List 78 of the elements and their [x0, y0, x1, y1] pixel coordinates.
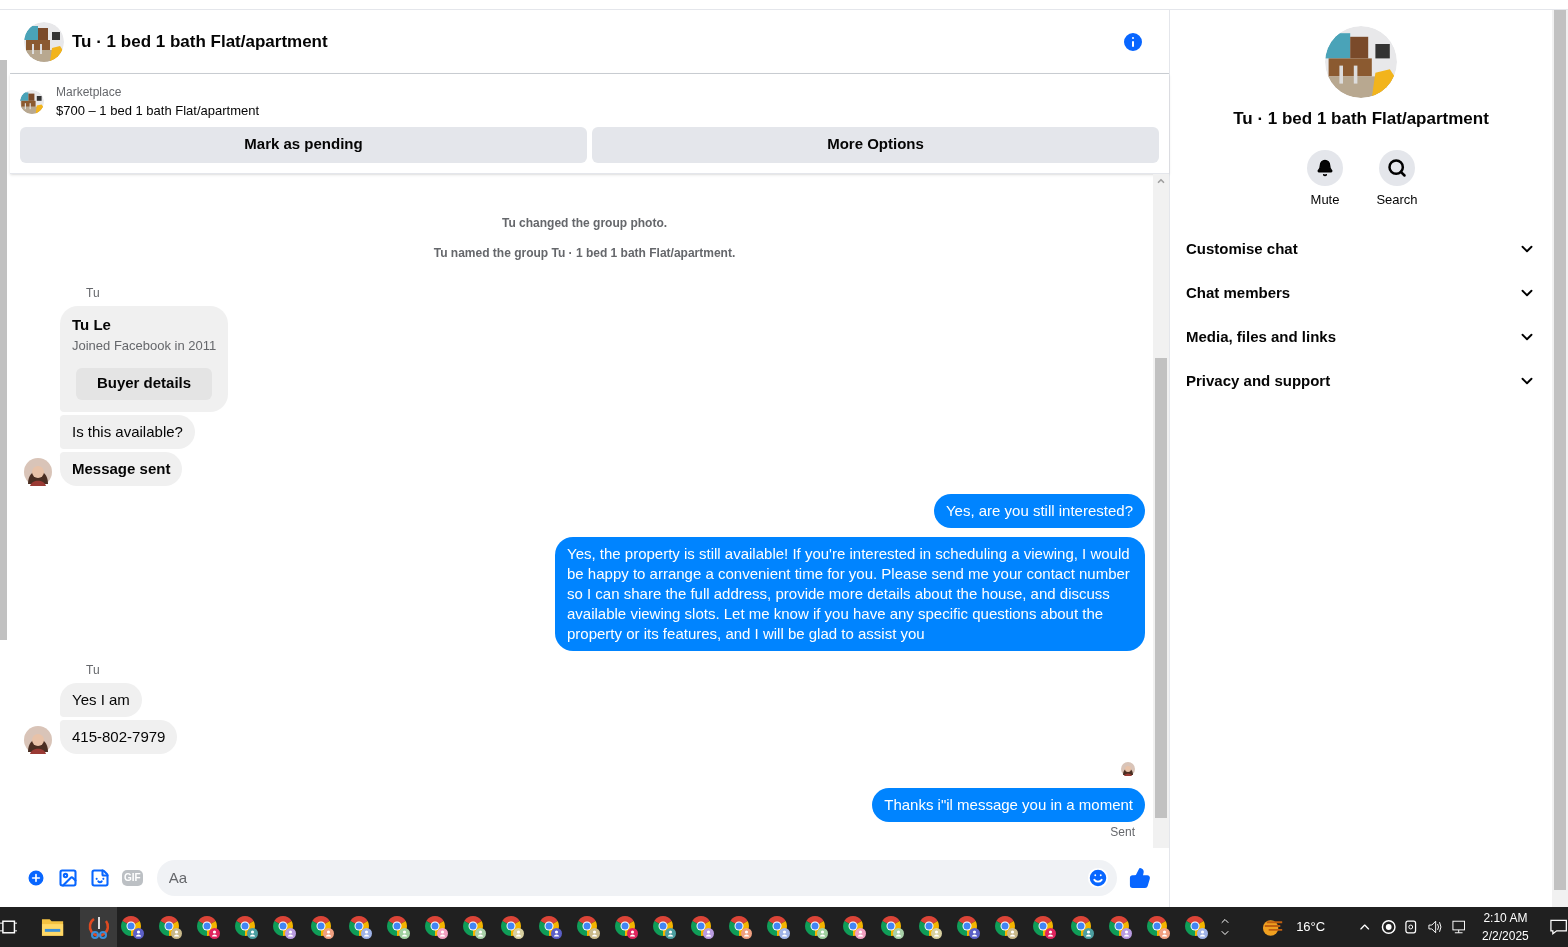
volume-icon[interactable] [1427, 919, 1445, 935]
listing-source: Marketplace [56, 84, 123, 101]
chrome-icon[interactable] [233, 914, 259, 940]
chrome-icon[interactable] [575, 914, 601, 940]
chrome-icon[interactable] [1107, 914, 1133, 940]
chrome-icon[interactable] [1069, 914, 1095, 940]
clock-date[interactable]: 2/2/2025 [1482, 927, 1529, 945]
clock-time[interactable]: 2:10 AM [1483, 909, 1528, 927]
chrome-icon[interactable] [157, 914, 183, 940]
sticker-icon[interactable] [90, 867, 110, 888]
chrome-icon[interactable] [955, 914, 981, 940]
chrome-icon[interactable] [727, 914, 753, 940]
system-message: Tu named the group Tu · 1 bed 1 bath Flat/apartment. [433, 244, 736, 262]
chrome-icon[interactable] [689, 914, 715, 940]
sender-name: Tu [86, 661, 101, 679]
chrome-icon[interactable] [1183, 914, 1209, 940]
chrome-icon[interactable] [271, 914, 297, 940]
listing-action-button[interactable]: More Options [592, 126, 1159, 163]
message-bubble: Thanks i"il message you in a moment [872, 787, 1145, 822]
details-section[interactable]: Privacy and support [1186, 359, 1536, 403]
message-bubble: Yes I am [60, 682, 142, 717]
chrome-icon[interactable] [1031, 914, 1057, 940]
record-icon[interactable] [1380, 919, 1396, 935]
like-icon[interactable] [1129, 866, 1151, 889]
chrome-icon[interactable] [423, 914, 449, 940]
message-bubble: Yes, the property is still available! If you're interested in scheduling a viewing, I would be happy to arrange a convenient time for you. Please send me your contact number so I can share the full address, provide more details about the house, and discuss available viewing slots. Let me know if you have any specific questions about the property or its features, and I will be glad to assist you [555, 536, 1145, 651]
message-bubble: 415-802-7979 [60, 719, 178, 754]
chrome-icon[interactable] [765, 914, 791, 940]
message-bubble: Yes, are you still interested? [933, 493, 1145, 528]
folder-icon[interactable] [41, 917, 65, 937]
message-bubble: Is this available? [60, 414, 195, 449]
chrome-icon[interactable] [195, 914, 221, 940]
buyer-details-button[interactable]: Buyer details [76, 367, 212, 400]
temperature[interactable]: 16°C [1296, 917, 1326, 937]
chrome-icon[interactable] [347, 914, 373, 940]
mute-button[interactable] [1307, 149, 1343, 186]
chrome-icon[interactable] [537, 914, 563, 940]
buyer-name: Tu Le [72, 314, 112, 335]
chrome-icon[interactable] [499, 914, 525, 940]
chrome-icon[interactable] [803, 914, 829, 940]
details-section[interactable]: Customise chat [1186, 227, 1536, 271]
message-status: Sent [1110, 823, 1135, 841]
chrome-icon[interactable] [651, 914, 677, 940]
chrome-icon[interactable] [993, 914, 1019, 940]
photo-icon[interactable] [58, 867, 78, 888]
details-section[interactable]: Media, files and links [1186, 315, 1536, 359]
search-button[interactable] [1379, 149, 1415, 186]
task-view-icon[interactable] [0, 918, 18, 936]
sender-name: Tu [86, 284, 101, 302]
chrome-icon[interactable] [841, 914, 867, 940]
chrome-icon[interactable] [461, 914, 487, 940]
action-label: Search [1376, 190, 1418, 209]
action-label: Mute [1310, 190, 1340, 209]
add-icon[interactable] [26, 867, 46, 888]
buyer-joined: Joined Facebook in 2011 [72, 337, 216, 355]
listing-action-button[interactable]: Mark as pending [20, 126, 587, 163]
chrome-icon[interactable] [613, 914, 639, 940]
chrome-icon[interactable] [385, 914, 411, 940]
sender-avatar [24, 725, 52, 754]
chrome-icon[interactable] [1145, 914, 1171, 940]
chrome-icon[interactable] [119, 914, 145, 940]
search-icon [1387, 157, 1407, 178]
sender-avatar [24, 457, 52, 486]
message-bubble: Message sent [60, 451, 183, 486]
scrollbar-thumb[interactable] [0, 60, 7, 640]
chat-title: Tu · 1 bed 1 bath Flat/apartment [72, 30, 328, 53]
details-section[interactable]: Chat members [1186, 271, 1536, 315]
message-input[interactable]: Aa [156, 859, 1117, 896]
chrome-icon[interactable] [879, 914, 905, 940]
details-title: Tu · 1 bed 1 bath Flat/apartment [1233, 108, 1489, 130]
chrome-icon[interactable] [917, 914, 943, 940]
system-message: Tu changed the group photo. [501, 214, 668, 232]
bell-icon [1316, 158, 1334, 177]
listing-title: $700 – 1 bed 1 bath Flat/apartment [56, 102, 260, 120]
notification-icon[interactable] [1548, 918, 1568, 936]
scrollbar[interactable] [1153, 173, 1169, 848]
chrome-icon[interactable] [309, 914, 335, 940]
page-scrollbar[interactable] [1552, 10, 1568, 907]
